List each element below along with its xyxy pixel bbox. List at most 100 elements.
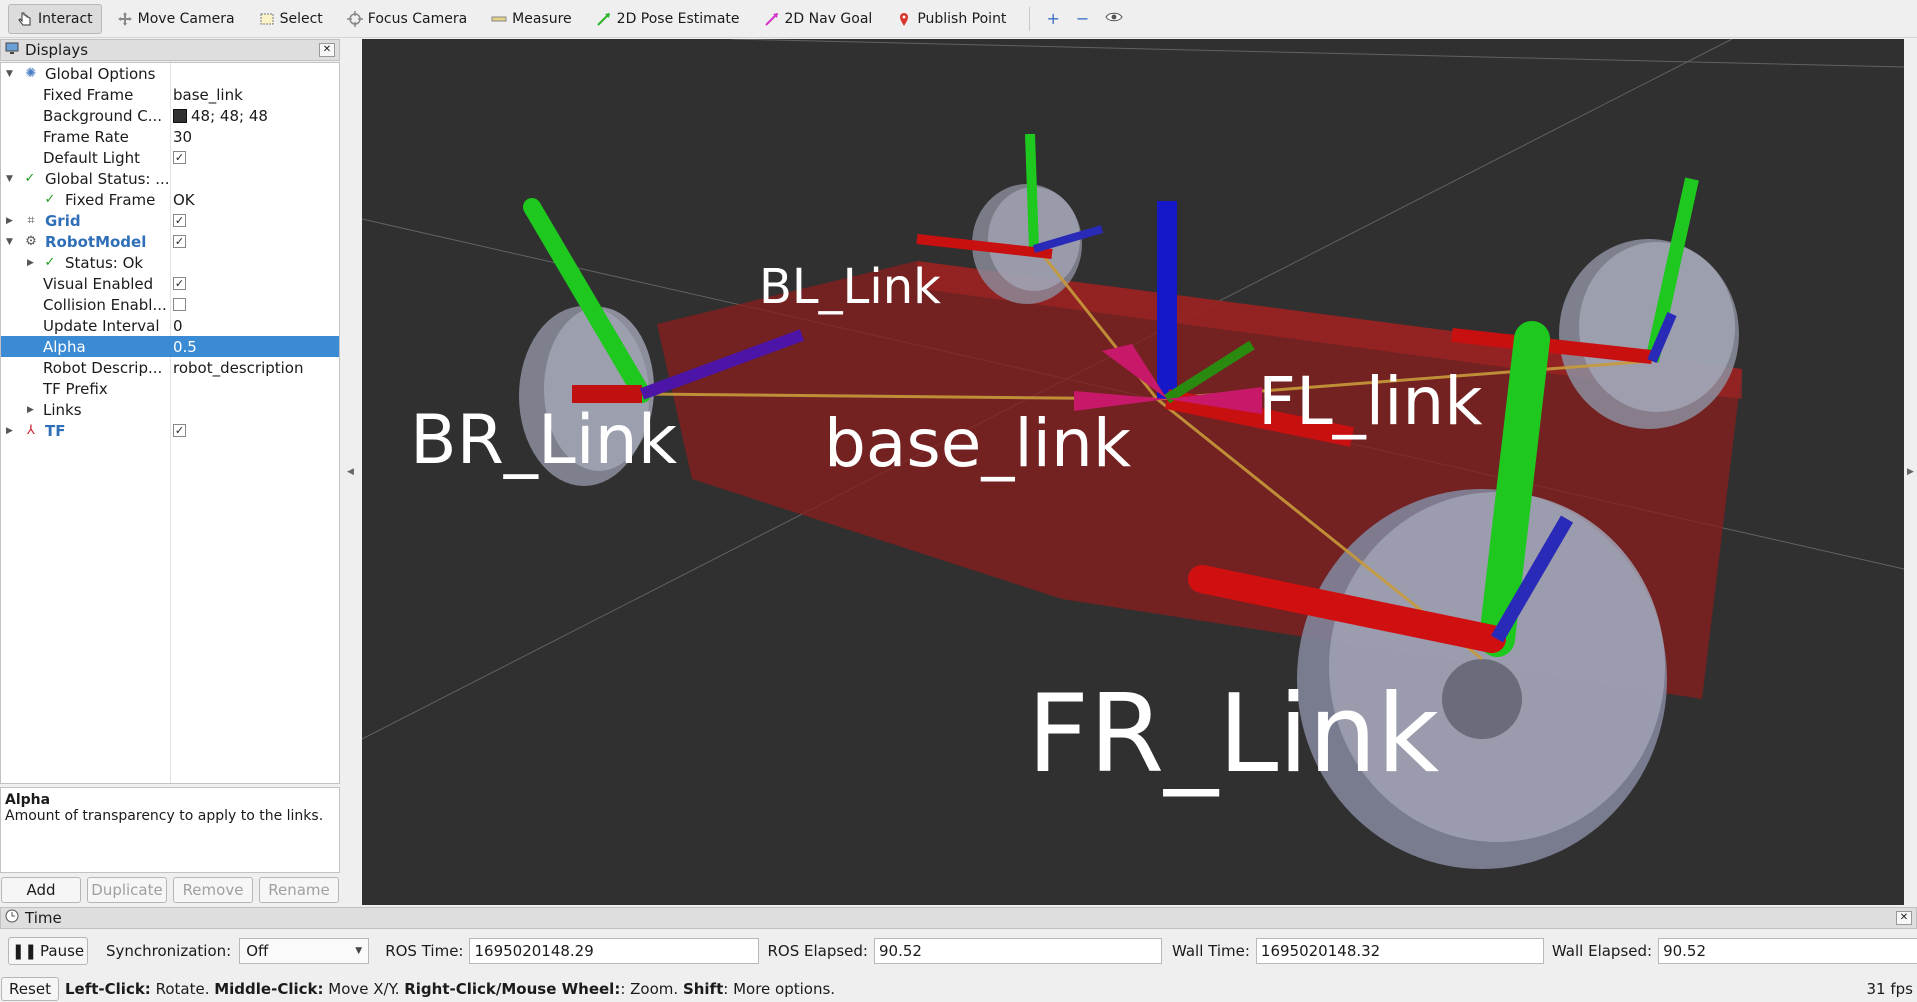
ros-elapsed-field[interactable]: 90.52 <box>873 938 1162 964</box>
tree-row-background-color[interactable]: Background C... 48; 48; 48 <box>1 105 339 126</box>
grid-enabled-checkbox[interactable]: ✓ <box>173 214 186 227</box>
right-splitter[interactable]: ▶ <box>1904 39 1917 905</box>
eye-icon <box>1105 9 1123 28</box>
pause-icon: ❚❚ <box>11 942 37 960</box>
tree-row-fixed-frame[interactable]: Fixed Frame base_link <box>1 84 339 105</box>
expand-arrow-icon[interactable]: ▶ <box>27 258 37 268</box>
robot-description-value[interactable]: robot_description <box>173 359 304 377</box>
displays-panel-header: Displays ✕ <box>0 39 340 61</box>
axes-icon: ⅄ <box>27 422 35 438</box>
description-title: Alpha <box>5 792 51 808</box>
pose-estimate-tool-button[interactable]: 2D Pose Estimate <box>587 4 749 34</box>
magenta-arrow-icon <box>764 11 780 27</box>
tree-row-frame-rate[interactable]: Frame Rate 30 <box>1 126 339 147</box>
default-light-checkbox[interactable]: ✓ <box>173 151 186 164</box>
expand-arrow-icon[interactable]: ▶ <box>27 405 37 415</box>
expand-arrow-icon[interactable]: ▶ <box>6 216 16 226</box>
chevron-down-icon: ▼ <box>355 946 363 956</box>
tree-row-tf-prefix[interactable]: TF Prefix <box>1 378 339 399</box>
tree-row-visual-enabled[interactable]: Visual Enabled ✓ <box>1 273 339 294</box>
tf-enabled-checkbox[interactable]: ✓ <box>173 424 186 437</box>
frame-rate-value[interactable]: 30 <box>173 128 192 146</box>
displays-button-bar: Add Duplicate Remove Rename <box>0 875 340 905</box>
tree-row-alpha[interactable]: Alpha 0.5 <box>1 336 339 357</box>
tree-row-collision-enabled[interactable]: Collision Enabl... <box>1 294 339 315</box>
add-display-button[interactable]: Add <box>1 877 81 903</box>
3d-render-viewport[interactable]: BL_Link BR_Link base_link FL_link FR_Lin… <box>362 39 1904 905</box>
collision-enabled-checkbox[interactable] <box>173 298 186 311</box>
nav-goal-tool-button[interactable]: 2D Nav Goal <box>755 4 882 34</box>
tree-row-global-status[interactable]: ▼ ✓ Global Status: ... <box>1 168 339 189</box>
rename-display-button[interactable]: Rename <box>259 877 339 903</box>
tree-row-fixed-frame-status[interactable]: ✓ Fixed Frame OK <box>1 189 339 210</box>
tree-row-label: Global Options <box>45 64 156 83</box>
visual-enabled-checkbox[interactable]: ✓ <box>173 277 186 290</box>
move-camera-tool-label: Move Camera <box>137 10 235 27</box>
focus-camera-tool-label: Focus Camera <box>367 10 468 27</box>
tree-row-grid[interactable]: ▶ ⌗ Grid ✓ <box>1 210 339 231</box>
hand-cursor-icon <box>17 11 33 27</box>
update-interval-value[interactable]: 0 <box>173 317 183 335</box>
wall-time-field[interactable]: 1695020148.32 <box>1255 938 1544 964</box>
wall-elapsed-field[interactable]: 90.52 <box>1658 938 1917 964</box>
displays-tree[interactable]: ▼ ✺ Global Options Fixed Frame base_link… <box>0 62 340 784</box>
tree-row-update-interval[interactable]: Update Interval 0 <box>1 315 339 336</box>
view-tool-button[interactable] <box>1097 4 1131 34</box>
focus-target-icon <box>346 10 363 27</box>
wall-time-label: Wall Time: <box>1171 942 1250 960</box>
nav-goal-tool-label: 2D Nav Goal <box>784 10 873 27</box>
sync-select[interactable]: Off ▼ <box>239 938 370 964</box>
expand-arrow-icon[interactable]: ▶ <box>6 426 16 436</box>
publish-point-tool-button[interactable]: Publish Point <box>887 4 1015 34</box>
select-tool-button[interactable]: Select <box>250 4 332 34</box>
expand-arrow-icon[interactable]: ▼ <box>6 174 16 184</box>
tree-row-global-options[interactable]: ▼ ✺ Global Options <box>1 63 339 84</box>
alpha-value[interactable]: 0.5 <box>173 338 197 356</box>
base-link-label: base_link <box>824 405 1132 482</box>
displays-close-button[interactable]: ✕ <box>319 43 335 57</box>
middle-click-text: Move X/Y. <box>323 979 405 998</box>
duplicate-display-button[interactable]: Duplicate <box>87 877 167 903</box>
tree-row-label: Update Interval <box>43 316 160 335</box>
tree-row-label: Fixed Frame <box>43 85 134 104</box>
remove-tool-button[interactable]: − <box>1068 4 1097 34</box>
tree-row-tf[interactable]: ▶ ⅄ TF ✓ <box>1 420 339 441</box>
tree-row-robot-description[interactable]: Robot Descrip... robot_description <box>1 357 339 378</box>
shift-text: : More options. <box>723 979 836 998</box>
tree-row-label: TF Prefix <box>43 379 108 398</box>
green-arrow-icon <box>596 11 612 27</box>
tree-row-links[interactable]: ▶ Links <box>1 399 339 420</box>
fl-wheel <box>1559 239 1739 429</box>
robot-model-enabled-checkbox[interactable]: ✓ <box>173 235 186 248</box>
add-tool-button[interactable]: + <box>1038 4 1067 34</box>
focus-camera-tool-button[interactable]: Focus Camera <box>338 4 476 34</box>
move-camera-tool-button[interactable]: Move Camera <box>108 4 244 34</box>
pause-button[interactable]: ❚❚ Pause <box>8 937 88 965</box>
left-splitter[interactable]: ◀ <box>340 39 362 905</box>
tree-row-robot-model[interactable]: ▼ ⚙ RobotModel ✓ <box>1 231 339 252</box>
time-panel: Time ✕ ❚❚ Pause Synchronization: Off ▼ R… <box>0 907 1917 975</box>
measure-tool-button[interactable]: Measure <box>482 4 581 34</box>
collapse-right-arrow-icon[interactable]: ▶ <box>1907 467 1914 477</box>
remove-display-button[interactable]: Remove <box>173 877 253 903</box>
br-link-label: BR_Link <box>410 401 678 480</box>
collapse-left-arrow-icon[interactable]: ◀ <box>347 467 354 477</box>
tree-row-status-ok[interactable]: ▶ ✓ Status: Ok <box>1 252 339 273</box>
bl-link-label: BL_Link <box>759 259 941 315</box>
property-description: Alpha Amount of transparency to apply to… <box>0 787 340 873</box>
interact-tool-button[interactable]: Interact <box>8 3 102 34</box>
expand-arrow-icon[interactable]: ▼ <box>6 69 16 79</box>
tree-row-label: Global Status: ... <box>45 169 170 188</box>
background-color-text: 48; 48; 48 <box>191 106 268 125</box>
ros-time-field[interactable]: 1695020148.29 <box>469 938 760 964</box>
sync-value: Off <box>246 942 269 960</box>
reset-button[interactable]: Reset <box>1 976 59 1001</box>
tree-row-default-light[interactable]: Default Light ✓ <box>1 147 339 168</box>
expand-arrow-icon[interactable]: ▼ <box>6 237 16 247</box>
tree-row-label: Links <box>43 400 82 419</box>
tree-row-label: Fixed Frame <box>65 190 156 209</box>
fixed-frame-value[interactable]: base_link <box>173 86 243 104</box>
background-color-value[interactable]: 48; 48; 48 <box>173 107 268 125</box>
time-close-button[interactable]: ✕ <box>1896 911 1912 925</box>
sync-label: Synchronization: <box>106 942 232 960</box>
